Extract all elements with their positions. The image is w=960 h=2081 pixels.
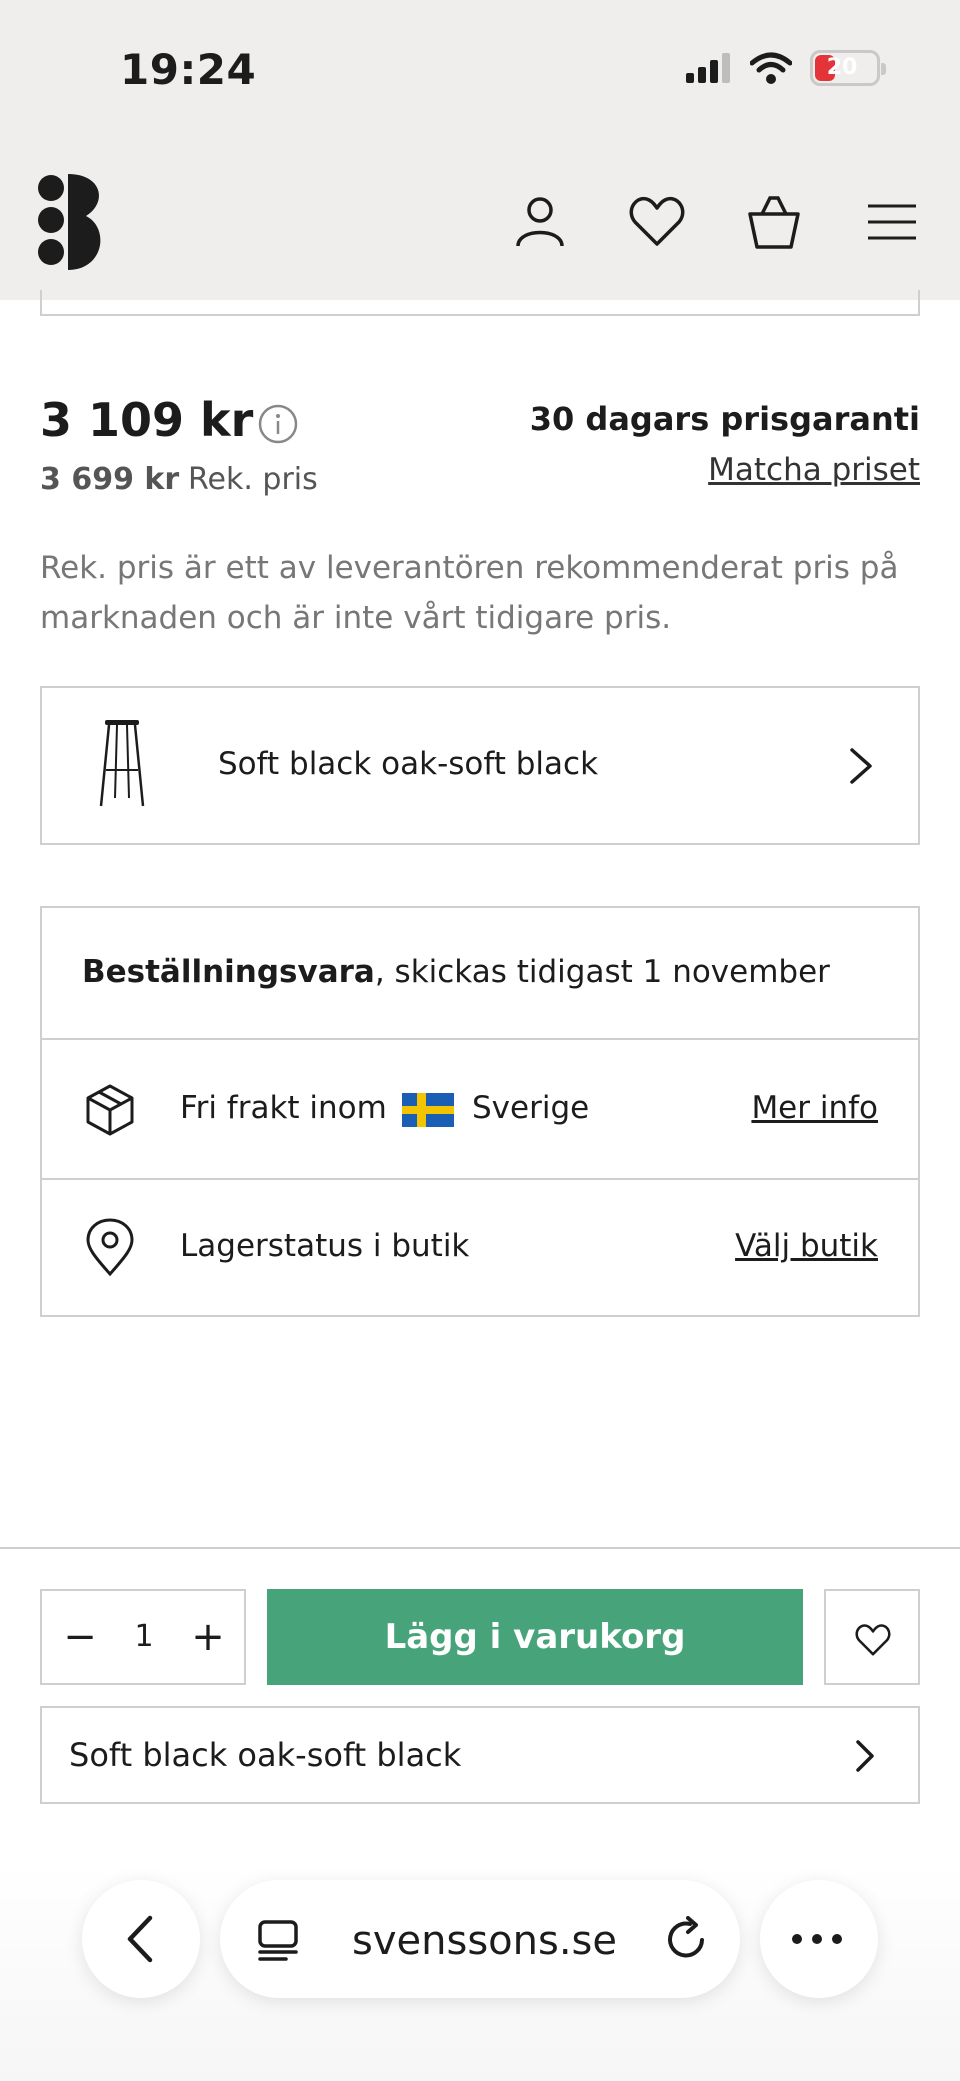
browser-url: svenssons.se [352, 1918, 617, 1964]
site-header [0, 140, 960, 300]
chevron-left-icon [127, 1915, 153, 1963]
heart-icon[interactable] [627, 192, 687, 252]
order-status-row: Beställningsvara, skickas tidigast 1 nov… [42, 908, 918, 1040]
browser-toolbar: svenssons.se [0, 1860, 960, 2081]
bar-stool-icon [99, 720, 145, 807]
recommended-price: 3 699 kr [40, 462, 180, 497]
more-dots-icon [792, 1934, 842, 1944]
tab-overview-icon[interactable] [256, 1918, 300, 1962]
order-status-text: Beställningsvara, skickas tidigast 1 nov… [82, 954, 830, 990]
location-pin-icon [86, 1218, 134, 1277]
variant-label: Soft black oak-soft black [218, 746, 599, 782]
package-icon [86, 1084, 134, 1136]
more-info-link[interactable]: Mer info [751, 1090, 878, 1126]
sweden-flag-icon [402, 1093, 454, 1127]
order-status-bold: Beställningsvara [82, 954, 375, 990]
sticky-bar-divider [0, 1547, 960, 1549]
browser-address-bar[interactable]: svenssons.se [220, 1880, 740, 1998]
sticky-variant-selector[interactable]: Soft black oak-soft black [40, 1706, 920, 1804]
info-icon[interactable] [257, 403, 299, 445]
previous-section-box [40, 290, 920, 316]
quantity-decrease-button[interactable]: − [58, 1615, 102, 1659]
shipping-country: Sverige [472, 1090, 590, 1126]
wifi-icon [750, 52, 792, 84]
quantity-stepper: − 1 + [40, 1589, 246, 1685]
store-stock-text: Lagerstatus i butik [180, 1228, 470, 1264]
svenssons-s-logo[interactable] [38, 172, 108, 272]
battery-charging-icon: 20 [810, 50, 886, 86]
free-shipping-row: Fri frakt inom Sverige Mer info [42, 1040, 918, 1180]
user-icon[interactable] [510, 192, 570, 252]
wishlist-button[interactable] [824, 1589, 920, 1685]
variant-selector[interactable]: Soft black oak-soft black [40, 686, 920, 845]
shopping-bag-icon[interactable] [744, 192, 804, 252]
chevron-right-icon [856, 1740, 874, 1772]
status-time: 19:24 [120, 45, 257, 94]
price-note: Rek. pris är ett av leverantören rekomme… [40, 550, 899, 636]
browser-back-button[interactable] [82, 1880, 200, 1998]
delivery-info-box: Beställningsvara, skickas tidigast 1 nov… [40, 906, 920, 1317]
price-guarantee: 30 dagars prisgaranti [529, 400, 920, 438]
heart-icon [855, 1624, 891, 1656]
quantity-value[interactable]: 1 [120, 1615, 168, 1659]
current-price: 3 109 kr [40, 393, 254, 447]
order-status-rest: , skickas tidigast 1 november [374, 954, 830, 990]
reload-icon[interactable] [664, 1916, 710, 1962]
cellular-signal-icon [686, 53, 730, 83]
battery-level: 20 [826, 55, 858, 80]
quantity-increase-button[interactable]: + [186, 1615, 230, 1659]
choose-store-link[interactable]: Välj butik [735, 1228, 878, 1264]
status-bar: 19:24 20 [0, 0, 960, 140]
sticky-variant-label: Soft black oak-soft black [69, 1736, 462, 1774]
free-shipping-text: Fri frakt inom [180, 1090, 387, 1126]
add-to-cart-button[interactable]: Lägg i varukorg [267, 1589, 803, 1685]
recommended-price-label: Rek. pris [188, 462, 318, 497]
store-stock-row: Lagerstatus i butik Välj butik [42, 1180, 918, 1315]
status-icons: 20 [686, 50, 886, 86]
chevron-right-icon [850, 748, 872, 784]
menu-icon[interactable] [862, 192, 922, 252]
browser-more-button[interactable] [760, 1880, 878, 1998]
match-price-link[interactable]: Matcha priset [708, 452, 920, 488]
